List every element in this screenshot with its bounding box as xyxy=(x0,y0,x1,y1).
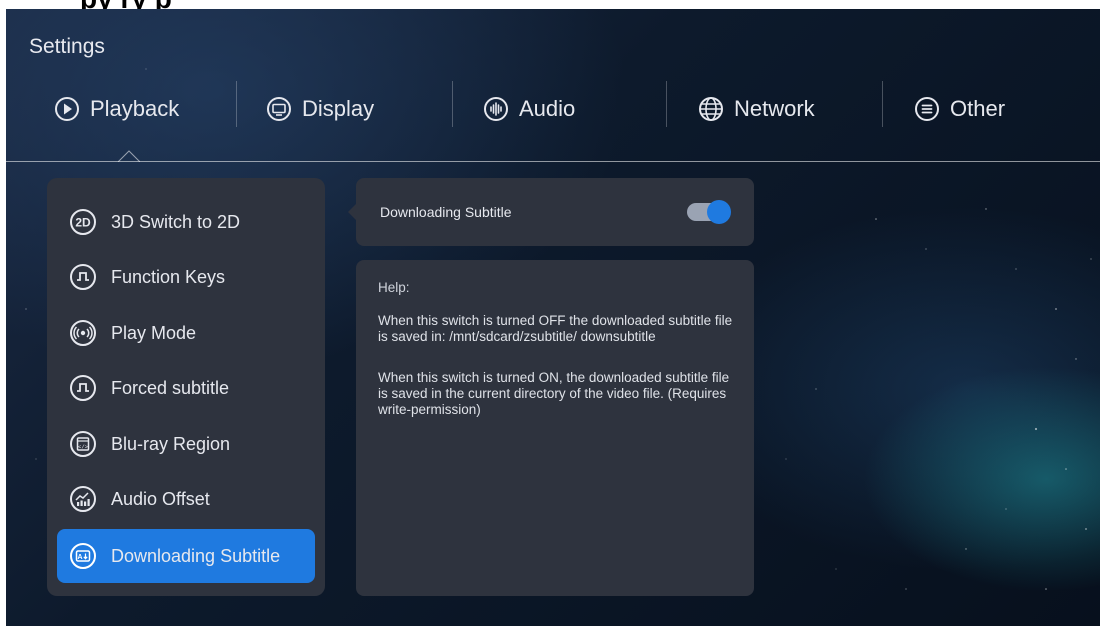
sidebar: 2D 3D Switch to 2D Function Keys Play Mo… xyxy=(47,178,325,596)
help-paragraph-on: When this switch is turned ON, the downl… xyxy=(378,370,730,417)
tab-divider xyxy=(452,81,453,127)
sidebar-item-downloading-subtitle[interactable]: A Downloading Subtitle xyxy=(57,529,315,583)
monitor-icon xyxy=(266,96,292,122)
top-strip: py ry p xyxy=(0,0,1100,9)
tab-other[interactable]: Other xyxy=(914,87,1005,131)
forced-subtitle-icon xyxy=(69,374,97,402)
sidebar-item-label: Forced subtitle xyxy=(111,377,230,398)
tab-display[interactable]: Display xyxy=(266,87,374,131)
globe-icon xyxy=(698,96,724,122)
play-circle-icon xyxy=(54,96,80,122)
svg-text:2D: 2D xyxy=(75,216,91,230)
tab-divider xyxy=(666,81,667,127)
function-keys-icon xyxy=(69,263,97,291)
tab-label: Audio xyxy=(519,96,576,121)
sidebar-item-3d-switch[interactable]: 2D 3D Switch to 2D xyxy=(57,195,315,249)
play-mode-icon xyxy=(69,319,97,347)
setting-row-downloading-subtitle: Downloading Subtitle xyxy=(348,178,754,246)
sidebar-item-label: 3D Switch to 2D xyxy=(111,211,241,232)
tab-label: Other xyxy=(950,96,1006,121)
download-subtitle-icon: A xyxy=(69,542,97,570)
tab-underline xyxy=(6,161,1100,162)
tab-label: Network xyxy=(734,96,815,121)
audio-offset-icon xyxy=(69,485,97,513)
tab-label: Playback xyxy=(90,96,180,121)
active-tab-caret xyxy=(118,150,140,162)
sidebar-item-label: Function Keys xyxy=(111,266,226,287)
sidebar-item-label: Blu-ray Region xyxy=(111,433,231,454)
downloading-subtitle-toggle[interactable] xyxy=(687,200,731,224)
sidebar-item-label: Audio Offset xyxy=(111,488,210,509)
audio-wave-icon xyxy=(483,96,509,122)
help-title: Help: xyxy=(378,280,410,295)
sidebar-item-play-mode[interactable]: Play Mode xyxy=(57,306,315,360)
sidebar-item-audio-offset[interactable]: Audio Offset xyxy=(57,472,315,526)
help-paragraph-off: When this switch is turned OFF the downl… xyxy=(378,313,733,344)
tab-network[interactable]: Network xyxy=(698,87,815,131)
sidebar-item-function-keys[interactable]: Function Keys xyxy=(57,250,315,304)
tab-label: Display xyxy=(302,96,375,121)
toggle-knob xyxy=(707,200,731,224)
setting-label: Downloading Subtitle xyxy=(380,204,512,220)
tab-divider xyxy=(882,81,883,127)
tab-divider xyxy=(236,81,237,127)
svg-text:</>: </> xyxy=(78,443,88,450)
svg-text:A: A xyxy=(77,554,82,561)
panel-pointer xyxy=(348,204,356,220)
settings-screen: Settings Playback Display Audio Network … xyxy=(6,9,1100,626)
bluray-region-icon: </> xyxy=(69,430,97,458)
sidebar-item-bluray-region[interactable]: </> Blu-ray Region xyxy=(57,417,315,471)
banner-text: py ry p xyxy=(80,0,172,9)
2d-icon: 2D xyxy=(69,208,97,236)
sidebar-item-label: Play Mode xyxy=(111,322,197,343)
sidebar-item-forced-subtitle[interactable]: Forced subtitle xyxy=(57,361,315,415)
sidebar-item-label: Downloading Subtitle xyxy=(111,545,281,566)
tab-audio[interactable]: Audio xyxy=(483,87,575,131)
help-panel: Help: When this switch is turned OFF the… xyxy=(356,260,754,596)
menu-circle-icon xyxy=(914,96,940,122)
tab-playback[interactable]: Playback xyxy=(54,87,179,131)
page-title: Settings xyxy=(29,35,105,58)
